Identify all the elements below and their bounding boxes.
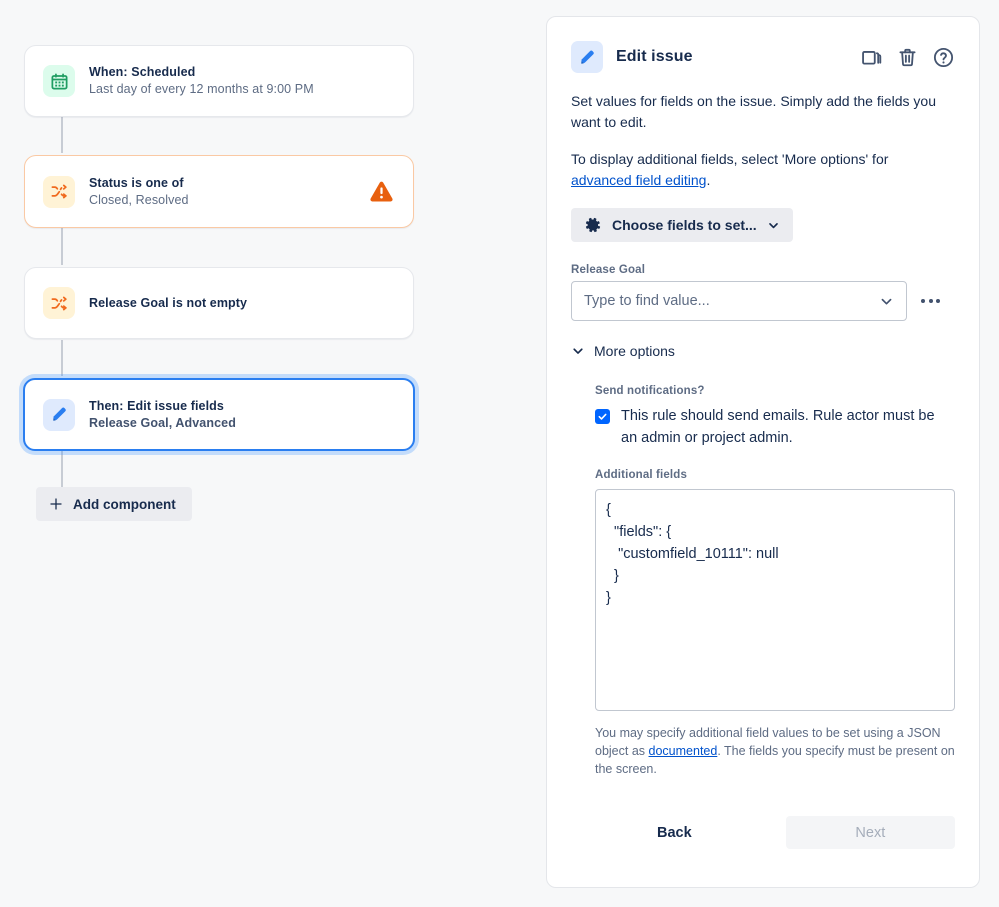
gear-icon: [584, 216, 602, 234]
panel-header-actions: [859, 45, 955, 69]
trash-icon[interactable]: [895, 45, 919, 69]
more-options-content: Send notifications? This rule should sen…: [571, 385, 955, 778]
rule-component-title: Then: Edit issue fields: [89, 398, 395, 415]
rule-component-text: Release Goal is not empty: [89, 295, 395, 312]
rule-chain: When: Scheduled Last day of every 12 mon…: [0, 0, 470, 907]
plus-icon: [48, 496, 64, 512]
add-component-label: Add component: [73, 497, 176, 512]
rule-component-text: When: Scheduled Last day of every 12 mon…: [89, 64, 395, 98]
rule-component-subtitle: Release Goal, Advanced: [89, 415, 395, 432]
panel-description-1: Set values for fields on the issue. Simp…: [571, 91, 943, 133]
edit-issue-panel: Edit issue: [546, 16, 980, 888]
panel-description-2: To display additional fields, select 'Mo…: [571, 149, 943, 191]
rule-component-text: Then: Edit issue fields Release Goal, Ad…: [89, 398, 395, 432]
release-goal-label: Release Goal: [571, 264, 955, 276]
back-button[interactable]: Back: [645, 817, 704, 849]
rule-component-trigger[interactable]: When: Scheduled Last day of every 12 mon…: [24, 45, 414, 117]
send-notifications-text: This rule should send emails. Rule actor…: [621, 405, 951, 449]
calendar-icon: [43, 65, 75, 97]
chain-connector: [61, 228, 63, 265]
panel-header: Edit issue: [571, 41, 955, 73]
next-button[interactable]: Next: [786, 816, 955, 849]
additional-fields-label: Additional fields: [595, 469, 955, 481]
chain-connector: [61, 340, 63, 376]
release-goal-placeholder: Type to find value...: [584, 293, 879, 309]
rule-component-subtitle: Closed, Resolved: [89, 192, 358, 209]
release-goal-select[interactable]: Type to find value...: [571, 281, 907, 321]
send-notifications-checkbox[interactable]: [595, 409, 610, 424]
rule-component-action-edit-issue[interactable]: Then: Edit issue fields Release Goal, Ad…: [23, 378, 415, 451]
advanced-field-editing-link[interactable]: advanced field editing: [571, 172, 706, 188]
rule-component-title: When: Scheduled: [89, 64, 395, 81]
additional-fields-textarea[interactable]: { "fields": { "customfield_10111": null …: [595, 489, 955, 711]
pencil-icon: [571, 41, 603, 73]
chain-connector: [61, 117, 63, 153]
send-notifications-row: This rule should send emails. Rule actor…: [595, 405, 955, 449]
send-notifications-label: Send notifications?: [595, 385, 955, 397]
warning-icon[interactable]: [368, 178, 395, 205]
shuffle-icon: [43, 176, 75, 208]
choose-fields-label: Choose fields to set...: [612, 217, 757, 233]
help-icon[interactable]: [931, 45, 955, 69]
field-more-actions-icon[interactable]: [907, 299, 955, 303]
rule-component-title: Status is one of: [89, 175, 358, 192]
duplicate-icon[interactable]: [859, 45, 883, 69]
panel-description-2-prefix: To display additional fields, select 'Mo…: [571, 151, 888, 167]
shuffle-icon: [43, 287, 75, 319]
rule-component-subtitle: Last day of every 12 months at 9:00 PM: [89, 81, 395, 98]
chain-connector: [61, 451, 63, 487]
automation-rule-editor: When: Scheduled Last day of every 12 mon…: [0, 0, 999, 907]
more-options-label: More options: [594, 343, 675, 359]
chevron-down-icon: [879, 294, 894, 309]
rule-component-condition-status[interactable]: Status is one of Closed, Resolved: [24, 155, 414, 228]
release-goal-row: Type to find value...: [571, 281, 955, 321]
choose-fields-button[interactable]: Choose fields to set...: [571, 208, 793, 242]
chevron-down-icon: [571, 344, 585, 358]
pencil-icon: [43, 399, 75, 431]
additional-fields-help: You may specify additional field values …: [595, 724, 955, 778]
panel-title: Edit issue: [616, 48, 859, 66]
rule-component-condition-release-goal[interactable]: Release Goal is not empty: [24, 267, 414, 339]
panel-description-2-suffix: .: [706, 172, 710, 188]
rule-component-title: Release Goal is not empty: [89, 295, 395, 312]
chevron-down-icon: [767, 219, 780, 232]
release-goal-field: Release Goal Type to find value...: [571, 264, 955, 321]
rule-component-text: Status is one of Closed, Resolved: [89, 175, 358, 209]
documented-link[interactable]: documented: [649, 744, 718, 758]
more-options-toggle[interactable]: More options: [571, 343, 955, 359]
panel-footer: Back Next: [571, 816, 955, 849]
add-component-button[interactable]: Add component: [36, 487, 192, 521]
